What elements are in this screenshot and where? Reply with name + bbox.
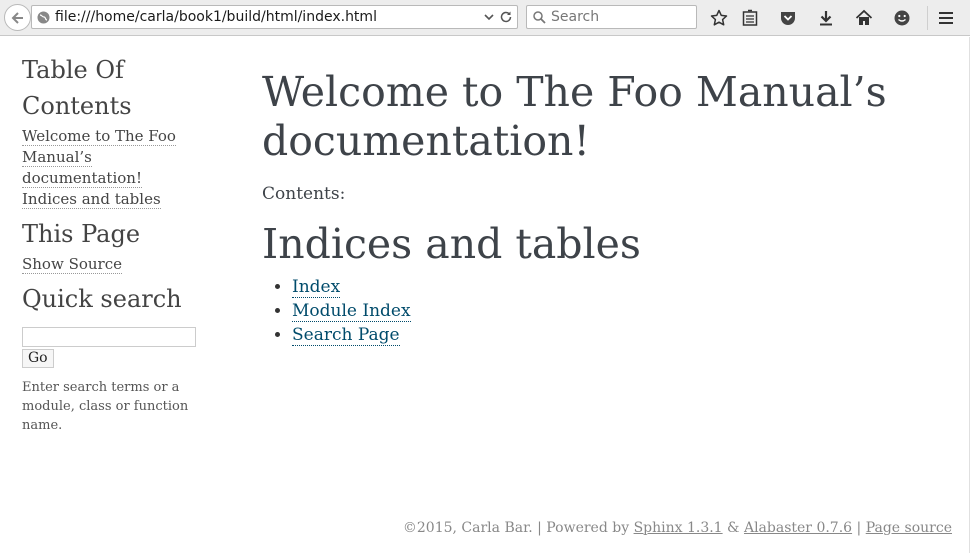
page-title: Welcome to The Foo Manual’s documentatio… xyxy=(262,68,887,165)
search-icon xyxy=(533,11,546,24)
footer-amp: & xyxy=(722,520,744,536)
quick-search-input[interactable] xyxy=(22,326,196,347)
page-source-link[interactable]: Page source xyxy=(866,520,952,536)
footer-copyright: ©2015, Carla Bar. | Powered by xyxy=(402,520,634,536)
bookmark-star-icon xyxy=(710,9,728,26)
quick-search-form: Go xyxy=(22,326,222,368)
globe-icon xyxy=(37,11,50,24)
footer: ©2015, Carla Bar. | Powered by Sphinx 1.… xyxy=(403,520,952,536)
download-icon xyxy=(820,11,832,26)
back-icon xyxy=(11,11,23,24)
home-button[interactable] xyxy=(854,8,874,28)
menu-button[interactable] xyxy=(936,8,956,28)
url-bar[interactable]: file:///home/carla/book1/build/html/inde… xyxy=(31,5,518,29)
toc-list: Welcome to The Foo Manual’s documentatio… xyxy=(22,126,207,210)
main-content: Welcome to The Foo Manual’s documentatio… xyxy=(262,68,942,347)
index-link[interactable]: Index xyxy=(292,277,341,298)
list-item: Index xyxy=(292,275,942,299)
search-page-link[interactable]: Search Page xyxy=(292,325,400,346)
indices-list: Index Module Index Search Page xyxy=(262,275,942,347)
bookmark-star-button[interactable] xyxy=(709,8,729,28)
reading-list-button[interactable] xyxy=(740,8,760,28)
back-button[interactable] xyxy=(4,4,31,31)
footer-sep: | xyxy=(852,520,866,536)
indices-heading: Indices and tables xyxy=(262,220,641,268)
pocket-button[interactable] xyxy=(778,8,798,28)
this-page-heading: This Page xyxy=(22,220,141,248)
contents-label: Contents: xyxy=(262,184,346,204)
go-button[interactable]: Go xyxy=(22,348,54,368)
toc-link-welcome[interactable]: Welcome to The Foo Manual’s documentatio… xyxy=(22,127,176,188)
downloads-button[interactable] xyxy=(816,8,836,28)
pocket-icon xyxy=(781,12,795,25)
search-bar[interactable] xyxy=(526,5,697,29)
toc-heading: Table Of Contents xyxy=(22,56,132,120)
browser-toolbar: file:///home/carla/book1/build/html/inde… xyxy=(0,0,970,36)
list-item: Module Index xyxy=(292,299,942,323)
home-icon xyxy=(855,9,873,25)
url-text[interactable]: file:///home/carla/book1/build/html/inde… xyxy=(55,9,377,25)
module-index-link[interactable]: Module Index xyxy=(292,301,411,322)
quick-search-heading: Quick search xyxy=(22,285,182,313)
search-help-text: Enter search terms or a module, class or… xyxy=(22,379,189,433)
feedback-button[interactable] xyxy=(892,8,912,28)
smiley-icon xyxy=(894,10,910,26)
reading-list-icon xyxy=(742,9,758,26)
search-input[interactable] xyxy=(551,7,691,27)
dropdown-icon[interactable] xyxy=(483,11,495,23)
toolbar-separator xyxy=(927,6,928,30)
toc-link-indices[interactable]: Indices and tables xyxy=(22,190,161,209)
list-item: Search Page xyxy=(292,323,942,347)
alabaster-link[interactable]: Alabaster 0.7.6 xyxy=(744,520,852,536)
sphinx-link[interactable]: Sphinx 1.3.1 xyxy=(634,520,723,536)
show-source-link[interactable]: Show Source xyxy=(22,255,122,274)
this-page-list: Show Source xyxy=(22,254,222,275)
menu-icon xyxy=(939,12,953,24)
sidebar: Table Of Contents Welcome to The Foo Man… xyxy=(22,52,222,435)
reload-icon[interactable] xyxy=(499,10,513,24)
